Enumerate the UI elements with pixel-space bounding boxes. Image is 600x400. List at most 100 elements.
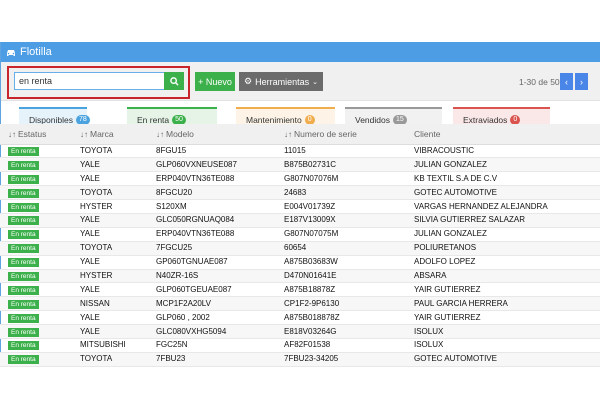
table-cell: B875B02731C bbox=[276, 157, 406, 173]
header-label: Marca bbox=[90, 128, 114, 139]
status-cell: En renta bbox=[0, 157, 72, 173]
status-badge: En renta bbox=[8, 271, 39, 281]
table-cell: HYSTER bbox=[72, 199, 148, 214]
table-cell: JULIAN GONZALEZ bbox=[406, 227, 600, 242]
column-header-cliente[interactable]: Cliente bbox=[406, 124, 600, 145]
table-cell: A875B03683W bbox=[276, 255, 406, 270]
status-cell: En renta bbox=[0, 310, 72, 326]
table-cell: 8FGCU20 bbox=[148, 185, 276, 201]
table-cell: TOYOTA bbox=[72, 185, 148, 201]
status-badge: En renta bbox=[8, 188, 39, 198]
table-cell: TOYOTA bbox=[72, 144, 148, 159]
status-cell: En renta bbox=[0, 282, 72, 298]
status-cell: En renta bbox=[0, 241, 72, 256]
search-button[interactable] bbox=[164, 72, 184, 90]
table-cell: ISOLUX bbox=[406, 338, 600, 353]
table-cell: 60654 bbox=[276, 241, 406, 256]
table-cell: 24683 bbox=[276, 185, 406, 201]
status-badge: En renta bbox=[8, 258, 39, 268]
table-header-row: ↓↑ Estatus ↓↑ Marca ↓↑ Modelo ↓↑ Numero de s… bbox=[0, 124, 600, 145]
header-label: Modelo bbox=[166, 128, 194, 139]
column-header-modelo[interactable]: ↓↑ Modelo bbox=[148, 124, 276, 145]
table-cell: E187V13009X bbox=[276, 213, 406, 228]
table-row[interactable]: En renta TOYOTA 8FGU15 11015 VIBRACOUSTIC bbox=[0, 144, 600, 159]
table-cell: GOTEC AUTOMOTIVE bbox=[406, 185, 600, 201]
sort-icon: ↓↑ bbox=[8, 129, 16, 139]
status-cell: En renta bbox=[0, 171, 72, 187]
search-icon bbox=[169, 74, 179, 89]
table-row[interactable]: En renta YALE GLC050RGNUAQ084 E187V13009X SI… bbox=[0, 213, 600, 228]
table-cell: D470N01641E bbox=[276, 269, 406, 284]
table-cell: YAIR GUTIERREZ bbox=[406, 310, 600, 326]
status-badge: En renta bbox=[8, 341, 39, 351]
table-row[interactable]: En renta YALE ERP040VTN36TE088 G807N07076M K… bbox=[0, 171, 600, 187]
table-cell: G807N07076M bbox=[276, 171, 406, 187]
table-cell: G807N07075M bbox=[276, 227, 406, 242]
pagination-range: 1-30 de 50 bbox=[519, 77, 560, 87]
table-row[interactable]: En renta HYSTER N40ZR-16S D470N01641E ABSARA bbox=[0, 269, 600, 284]
table-cell: 7FGCU25 bbox=[148, 241, 276, 256]
table-row[interactable]: En renta YALE ERP040VTN36TE088 G807N07075M J… bbox=[0, 227, 600, 242]
table-cell: N40ZR-16S bbox=[148, 269, 276, 284]
table-cell: PAUL GARCIA HERRERA bbox=[406, 296, 600, 312]
header-label: Numero de serie bbox=[294, 128, 357, 139]
status-cell: En renta bbox=[0, 144, 72, 159]
toolbar: + Nuevo ⚙ Herramientas ⌄ 1-30 de 50 ‹ › bbox=[1, 62, 600, 101]
table-row[interactable]: En renta TOYOTA 7FBU23 7FBU23-34205 GOTEC AU… bbox=[0, 352, 600, 367]
previous-page-button[interactable]: ‹ bbox=[560, 73, 573, 90]
table-cell: FGC25N bbox=[148, 338, 276, 353]
status-cell: En renta bbox=[0, 227, 72, 242]
table-row[interactable]: En renta TOYOTA 8FGCU20 24683 GOTEC AUTOMOTI… bbox=[0, 185, 600, 201]
status-badge: En renta bbox=[8, 202, 39, 212]
tools-dropdown-button[interactable]: ⚙ Herramientas ⌄ bbox=[239, 72, 323, 91]
table-cell: YALE bbox=[72, 213, 148, 228]
table-cell: S120XM bbox=[148, 199, 276, 214]
table-row[interactable]: En renta YALE GLP060VXNEUSE087 B875B02731C J… bbox=[0, 157, 600, 173]
table-cell: CP1F2-9P6130 bbox=[276, 296, 406, 312]
table-cell: ADOLFO LOPEZ bbox=[406, 255, 600, 270]
table-row[interactable]: En renta NISSAN MCP1F2A20LV CP1F2-9P6130 PAU… bbox=[0, 296, 600, 312]
status-badge: En renta bbox=[8, 160, 39, 170]
table-cell: YALE bbox=[72, 227, 148, 242]
table-cell: KB TEXTIL S.A DE C.V bbox=[406, 171, 600, 187]
status-badge: En renta bbox=[8, 313, 39, 323]
table-cell: TOYOTA bbox=[72, 352, 148, 367]
table-cell: GOTEC AUTOMOTIVE bbox=[406, 352, 600, 367]
tools-label: Herramientas bbox=[255, 76, 310, 87]
status-badge: En renta bbox=[8, 299, 39, 309]
table-cell: YALE bbox=[72, 171, 148, 187]
table-row[interactable]: En renta TOYOTA 7FGCU25 60654 POLIURETANOS bbox=[0, 241, 600, 256]
table-cell: 8FGU15 bbox=[148, 144, 276, 159]
sort-icon: ↓↑ bbox=[156, 129, 164, 139]
table-cell: A875B18878Z bbox=[276, 282, 406, 298]
column-header-marca[interactable]: ↓↑ Marca bbox=[72, 124, 148, 145]
car-icon bbox=[6, 49, 16, 56]
table-cell: POLIURETANOS bbox=[406, 241, 600, 256]
table-cell: VARGAS HERNANDEZ ALEJANDRA bbox=[406, 199, 600, 214]
column-header-numero-de-serie[interactable]: ↓↑ Numero de serie bbox=[276, 124, 406, 145]
table-cell: TOYOTA bbox=[72, 241, 148, 256]
new-button[interactable]: + Nuevo bbox=[195, 72, 235, 91]
table-cell: GLC080VXHG5094 bbox=[148, 324, 276, 339]
table-cell: YALE bbox=[72, 157, 148, 173]
table-cell: A875B018878Z bbox=[276, 310, 406, 326]
header-label: Cliente bbox=[414, 128, 441, 139]
sort-icon: ↓↑ bbox=[284, 129, 292, 139]
table-cell: YALE bbox=[72, 310, 148, 326]
status-badge: En renta bbox=[8, 327, 39, 337]
search-group bbox=[14, 72, 184, 90]
table-cell: MITSUBISHI bbox=[72, 338, 148, 353]
column-header-estatus[interactable]: ↓↑ Estatus bbox=[0, 124, 72, 145]
table-row[interactable]: En renta YALE GLP060TGEUAE087 A875B18878Z YA… bbox=[0, 282, 600, 298]
table-cell: YALE bbox=[72, 282, 148, 298]
table-row[interactable]: En renta YALE GLC080VXHG5094 E818V03264G ISO… bbox=[0, 324, 600, 339]
table-row[interactable]: En renta YALE GP060TGNUAE087 A875B03683W ADO… bbox=[0, 255, 600, 270]
table-row[interactable]: En renta YALE GLP060 , 2002 A875B018878Z YAI… bbox=[0, 310, 600, 326]
table-cell: YALE bbox=[72, 255, 148, 270]
table-row[interactable]: En renta MITSUBISHI FGC25N AF82F01538 ISOLUX bbox=[0, 338, 600, 353]
table-cell: SILVIA GUTIERREZ SALAZAR bbox=[406, 213, 600, 228]
search-input[interactable] bbox=[14, 72, 164, 90]
table-row[interactable]: En renta HYSTER S120XM E004V01739Z VARGAS HE… bbox=[0, 199, 600, 214]
next-page-button[interactable]: › bbox=[575, 73, 588, 90]
chevron-down-icon: ⌄ bbox=[312, 78, 318, 86]
